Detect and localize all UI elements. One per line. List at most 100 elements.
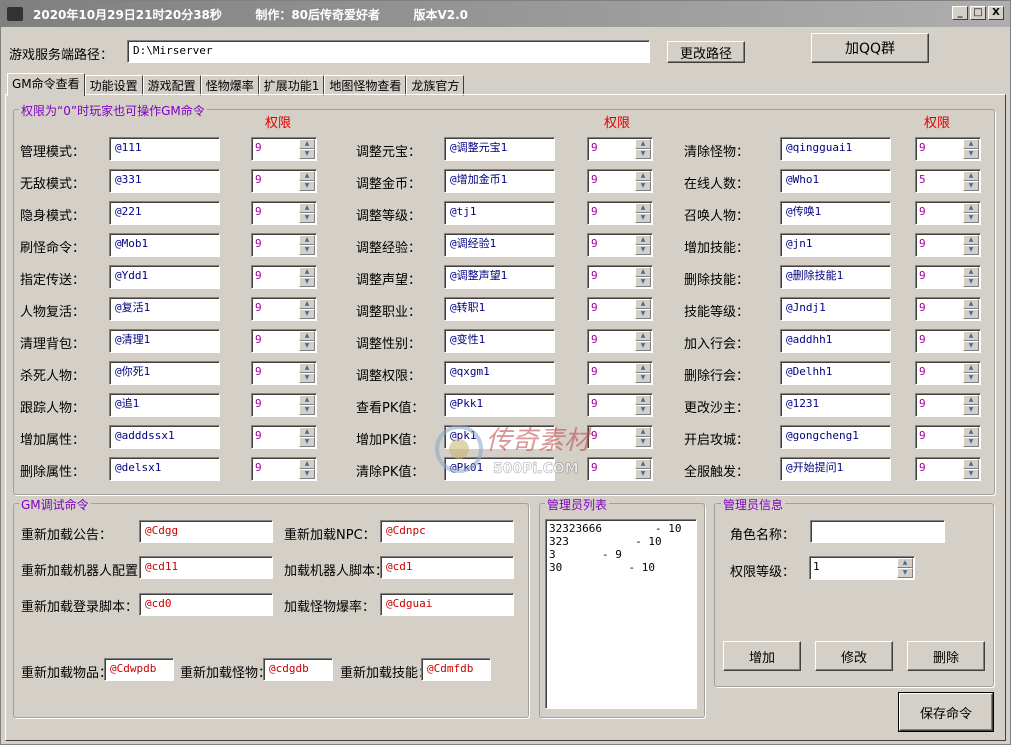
command-input[interactable]: @增加金币1 xyxy=(444,169,555,193)
spin-up-icon[interactable]: ▲ xyxy=(635,331,651,341)
spin-up-icon[interactable]: ▲ xyxy=(635,235,651,245)
permission-spinner[interactable]: 9 ▲ ▼ xyxy=(251,457,317,481)
tab-function-settings[interactable]: 功能设置 xyxy=(84,75,143,96)
permission-spinner[interactable]: 9 ▲ ▼ xyxy=(915,329,981,353)
spin-up-icon[interactable]: ▲ xyxy=(299,171,315,181)
save-commands-button[interactable]: 保存命令 xyxy=(898,692,994,732)
permission-spinner[interactable]: 9 ▲ ▼ xyxy=(251,169,317,193)
permission-spinner[interactable]: 9 ▲ ▼ xyxy=(587,297,653,321)
maximize-button[interactable]: □ xyxy=(970,6,986,20)
spin-up-icon[interactable]: ▲ xyxy=(635,139,651,149)
permission-spinner[interactable]: 9 ▲ ▼ xyxy=(251,137,317,161)
command-input[interactable]: @111 xyxy=(109,137,220,161)
add-admin-button[interactable]: 增加 xyxy=(723,641,801,671)
minimize-button[interactable]: _ xyxy=(952,6,968,20)
spin-down-icon[interactable]: ▼ xyxy=(299,373,315,383)
spin-up-icon[interactable]: ▲ xyxy=(963,203,979,213)
command-input[interactable]: @开始提问1 xyxy=(780,457,891,481)
spin-up-icon[interactable]: ▲ xyxy=(635,299,651,309)
command-input[interactable]: @Who1 xyxy=(780,169,891,193)
permission-level-spinner[interactable]: 1 ▲ ▼ xyxy=(809,556,915,580)
spin-down-icon[interactable]: ▼ xyxy=(963,341,979,351)
spin-down-icon[interactable]: ▼ xyxy=(897,568,913,578)
load-robot-script-input[interactable]: @cd1 xyxy=(380,556,514,579)
role-name-input[interactable] xyxy=(810,520,945,543)
spin-down-icon[interactable]: ▼ xyxy=(963,309,979,319)
spin-up-icon[interactable]: ▲ xyxy=(635,395,651,405)
spin-down-icon[interactable]: ▼ xyxy=(963,213,979,223)
command-input[interactable]: @tj1 xyxy=(444,201,555,225)
permission-spinner[interactable]: 5 ▲ ▼ xyxy=(915,169,981,193)
spin-down-icon[interactable]: ▼ xyxy=(299,245,315,255)
spin-up-icon[interactable]: ▲ xyxy=(299,363,315,373)
command-input[interactable]: @qxgm1 xyxy=(444,361,555,385)
server-path-input[interactable]: D:\Mirserver xyxy=(127,40,650,63)
spin-down-icon[interactable]: ▼ xyxy=(963,245,979,255)
command-input[interactable]: @你死1 xyxy=(109,361,220,385)
command-input[interactable]: @221 xyxy=(109,201,220,225)
spin-up-icon[interactable]: ▲ xyxy=(963,459,979,469)
list-item[interactable]: 30 - 10 xyxy=(549,561,693,574)
permission-spinner[interactable]: 9 ▲ ▼ xyxy=(587,361,653,385)
spin-up-icon[interactable]: ▲ xyxy=(299,459,315,469)
tab-game-config[interactable]: 游戏配置 xyxy=(142,75,201,96)
command-input[interactable]: @adddssx1 xyxy=(109,425,220,449)
command-input[interactable]: @gongcheng1 xyxy=(780,425,891,449)
tab-monster-drop[interactable]: 怪物爆率 xyxy=(200,75,259,96)
tab-gm-commands[interactable]: GM命令查看 xyxy=(7,73,85,96)
command-input[interactable]: @变性1 xyxy=(444,329,555,353)
command-input[interactable]: @调经验1 xyxy=(444,233,555,257)
spin-down-icon[interactable]: ▼ xyxy=(635,309,651,319)
spin-up-icon[interactable]: ▲ xyxy=(635,203,651,213)
spin-up-icon[interactable]: ▲ xyxy=(963,395,979,405)
permission-spinner[interactable]: 9 ▲ ▼ xyxy=(587,329,653,353)
command-input[interactable]: @331 xyxy=(109,169,220,193)
spin-up-icon[interactable]: ▲ xyxy=(963,235,979,245)
spin-down-icon[interactable]: ▼ xyxy=(635,405,651,415)
spin-up-icon[interactable]: ▲ xyxy=(635,363,651,373)
tab-extension-1[interactable]: 扩展功能1 xyxy=(258,75,325,96)
spin-up-icon[interactable]: ▲ xyxy=(963,363,979,373)
command-input[interactable]: @Delhh1 xyxy=(780,361,891,385)
list-item[interactable]: 3 - 9 xyxy=(549,548,693,561)
spin-up-icon[interactable]: ▲ xyxy=(963,331,979,341)
delete-admin-button[interactable]: 删除 xyxy=(907,641,985,671)
command-input[interactable]: @delsx1 xyxy=(109,457,220,481)
permission-spinner[interactable]: 9 ▲ ▼ xyxy=(251,425,317,449)
command-input[interactable]: @删除技能1 xyxy=(780,265,891,289)
spin-up-icon[interactable]: ▲ xyxy=(635,171,651,181)
edit-admin-button[interactable]: 修改 xyxy=(815,641,893,671)
spin-up-icon[interactable]: ▲ xyxy=(299,331,315,341)
permission-spinner[interactable]: 9 ▲ ▼ xyxy=(915,425,981,449)
join-qq-group-button[interactable]: 加QQ群 xyxy=(811,33,929,63)
command-input[interactable]: @Jndj1 xyxy=(780,297,891,321)
permission-spinner[interactable]: 9 ▲ ▼ xyxy=(587,265,653,289)
spin-up-icon[interactable]: ▲ xyxy=(635,427,651,437)
spin-down-icon[interactable]: ▼ xyxy=(635,149,651,159)
spin-down-icon[interactable]: ▼ xyxy=(635,277,651,287)
permission-spinner[interactable]: 9 ▲ ▼ xyxy=(915,201,981,225)
spin-up-icon[interactable]: ▲ xyxy=(963,139,979,149)
spin-up-icon[interactable]: ▲ xyxy=(299,395,315,405)
permission-spinner[interactable]: 9 ▲ ▼ xyxy=(915,457,981,481)
spin-up-icon[interactable]: ▲ xyxy=(963,171,979,181)
reload-login-script-input[interactable]: @cd0 xyxy=(139,593,273,616)
command-input[interactable]: @传唤1 xyxy=(780,201,891,225)
spin-down-icon[interactable]: ▼ xyxy=(635,181,651,191)
command-input[interactable]: @复活1 xyxy=(109,297,220,321)
spin-down-icon[interactable]: ▼ xyxy=(635,373,651,383)
spin-down-icon[interactable]: ▼ xyxy=(299,181,315,191)
spin-down-icon[interactable]: ▼ xyxy=(635,213,651,223)
permission-spinner[interactable]: 9 ▲ ▼ xyxy=(251,393,317,417)
permission-spinner[interactable]: 9 ▲ ▼ xyxy=(915,361,981,385)
spin-up-icon[interactable]: ▲ xyxy=(635,459,651,469)
admin-listbox[interactable]: 32323666 - 10 323 - 10 3 - 9 30 - 10 xyxy=(545,519,697,709)
spin-down-icon[interactable]: ▼ xyxy=(963,149,979,159)
spin-down-icon[interactable]: ▼ xyxy=(963,405,979,415)
spin-down-icon[interactable]: ▼ xyxy=(299,277,315,287)
spin-down-icon[interactable]: ▼ xyxy=(963,277,979,287)
spin-down-icon[interactable]: ▼ xyxy=(299,309,315,319)
permission-spinner[interactable]: 9 ▲ ▼ xyxy=(587,137,653,161)
command-input[interactable]: @调整元宝1 xyxy=(444,137,555,161)
permission-spinner[interactable]: 9 ▲ ▼ xyxy=(587,201,653,225)
